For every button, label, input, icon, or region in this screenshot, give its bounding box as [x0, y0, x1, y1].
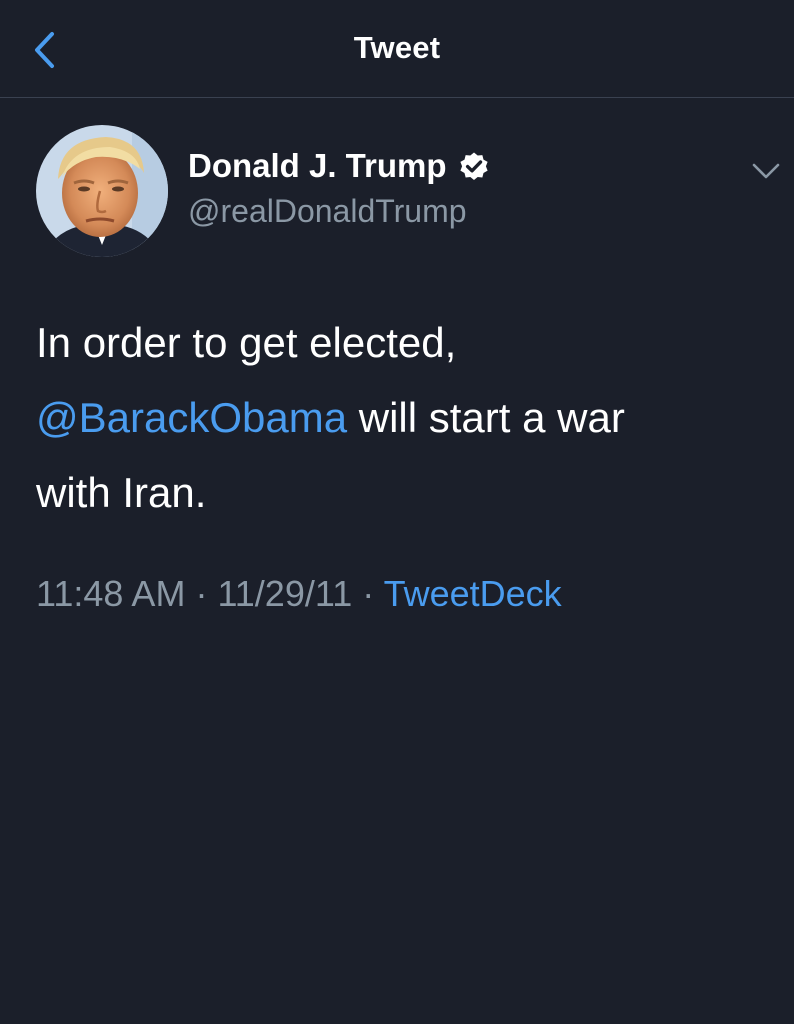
author-name-row: Donald J. Trump [188, 145, 491, 187]
meta-separator: · [185, 573, 218, 614]
tweet-text-segment: will start a war [347, 394, 625, 441]
author-handle[interactable]: @realDonaldTrump [188, 193, 467, 230]
chevron-down-icon [752, 163, 780, 179]
mention-link[interactable]: @BarackObama [36, 394, 347, 441]
navigation-bar: Tweet [0, 0, 794, 98]
tweet-metadata: 11:48 AM · 11/29/11 · TweetDeck [36, 573, 562, 615]
more-options-button[interactable] [746, 159, 786, 185]
tweet-text-line: with Iran. [36, 469, 207, 516]
avatar[interactable] [36, 125, 168, 257]
tweet-date: 11/29/11 [217, 573, 353, 614]
page-title: Tweet [353, 30, 441, 65]
meta-separator: · [352, 573, 384, 614]
tweet-text: In order to get elected, @BarackObama wi… [36, 305, 756, 530]
tweet-text-line: In order to get elected, [36, 319, 457, 366]
author-display-name[interactable]: Donald J. Trump [188, 147, 447, 185]
tweet-source-link[interactable]: TweetDeck [384, 573, 562, 614]
tweet-time: 11:48 AM [36, 573, 186, 614]
verified-badge-icon [459, 152, 488, 181]
